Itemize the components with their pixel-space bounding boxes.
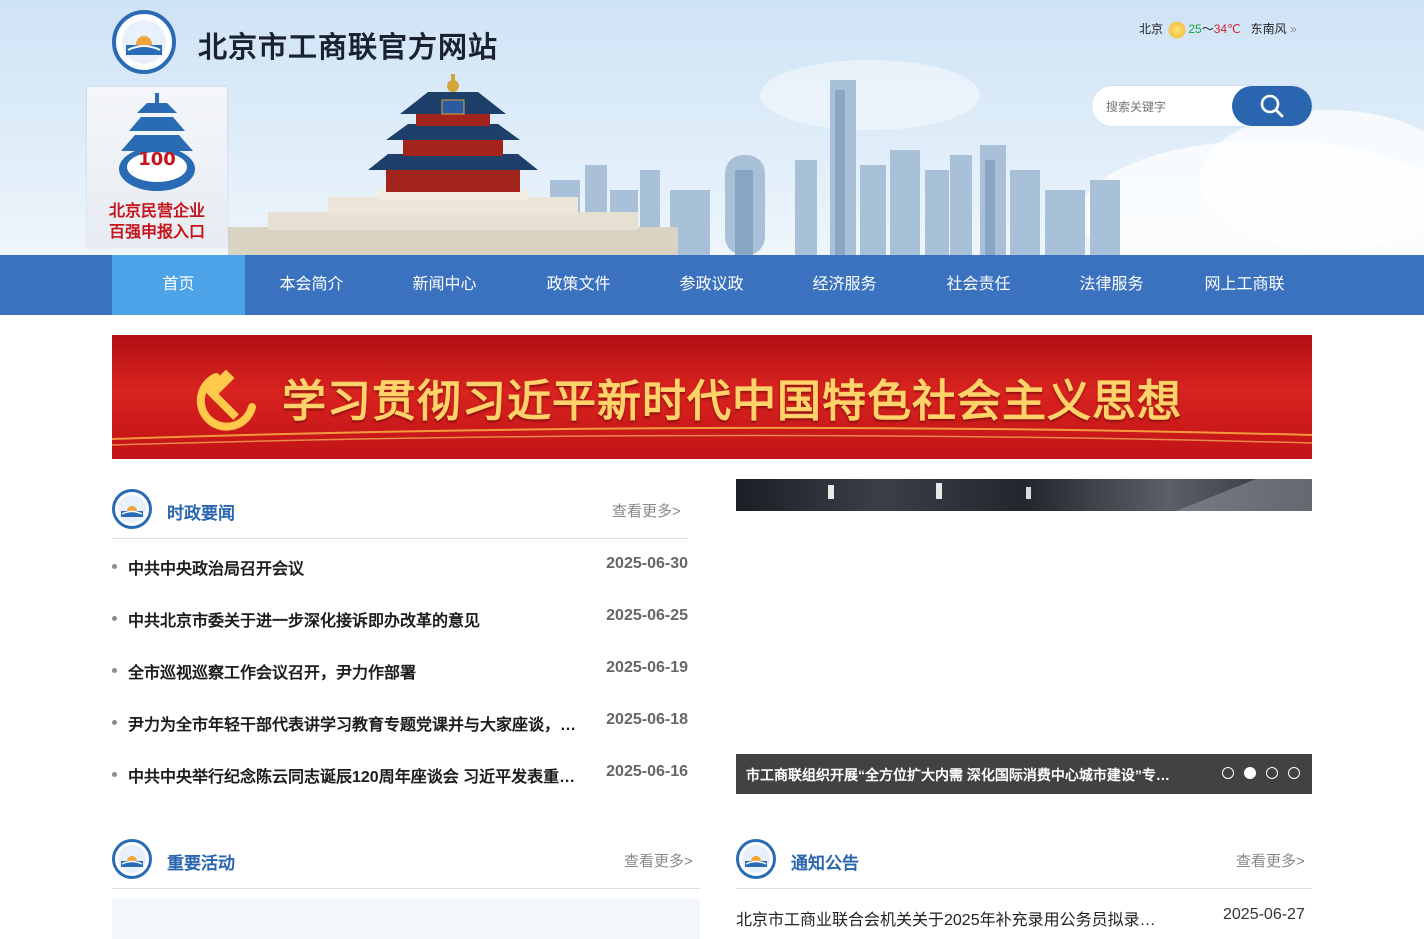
bullet-icon (112, 616, 117, 621)
activities-title[interactable]: 重要活动 (167, 849, 235, 874)
nav-item-legal[interactable]: 法律服务 (1045, 255, 1178, 315)
nav-item-politics[interactable]: 参政议政 (645, 255, 778, 315)
hammer-sickle-icon (196, 369, 256, 431)
notice-title[interactable]: 北京市工商业联合会机关关于2025年补充录用公务员拟录用人员的公示 (736, 906, 1166, 930)
news-date: 2025-06-25 (606, 607, 688, 624)
news-title[interactable]: 中共北京市委关于进一步深化接诉即办改革的意见 (128, 607, 580, 631)
top100-badge-label: 100 (138, 149, 176, 170)
weather-widget[interactable]: 北京 25～34℃ 东南风 » (1139, 20, 1297, 39)
nav-item-policy[interactable]: 政策文件 (512, 255, 645, 315)
federation-logo[interactable] (112, 10, 176, 74)
news-title[interactable]: 中共中央举行纪念陈云同志诞辰120周年座谈会 习近平发表重要讲话 (128, 763, 580, 787)
policy-news-section-icon (112, 489, 152, 529)
policy-news-title[interactable]: 时政要闻 (167, 499, 235, 524)
nav-item-economy[interactable]: 经济服务 (778, 255, 911, 315)
sunrise-logo-icon (122, 20, 166, 64)
sunrise-logo-icon (742, 845, 770, 873)
news-title[interactable]: 中共中央政治局召开会议 (128, 555, 580, 579)
carousel-caption[interactable]: 市工商联组织开展“全方位扩大内需 深化国际消费中心城市建设”专题调研 (746, 765, 1170, 785)
sunrise-logo-icon (118, 845, 146, 873)
weather-temp-low: 25 (1188, 22, 1202, 36)
news-date: 2025-06-16 (606, 763, 688, 780)
site-header: 北京市工商联官方网站 100 北京民营企业 百强申报入口 北京 25～34℃ 东… (0, 0, 1424, 255)
weather-more-arrow[interactable]: » (1290, 22, 1297, 36)
bullet-icon (112, 772, 117, 777)
weather-wind: 东南风 (1250, 22, 1287, 36)
carousel-dot-active[interactable] (1244, 767, 1256, 779)
notices-title[interactable]: 通知公告 (791, 849, 859, 874)
notices-more-link[interactable]: 查看更多> (1236, 850, 1305, 871)
ceiling-lights-decor (828, 479, 1312, 511)
weather-city: 北京 (1139, 22, 1164, 36)
carousel-dot[interactable] (1266, 767, 1278, 779)
search-button[interactable] (1232, 86, 1312, 126)
nav-item-news[interactable]: 新闻中心 (378, 255, 511, 315)
nav-item-home[interactable]: 首页 (112, 255, 245, 315)
bullet-icon (112, 668, 117, 673)
activities-divider (112, 888, 700, 889)
news-list-item[interactable]: 中共北京市委关于进一步深化接诉即办改革的意见 2025-06-25 (112, 592, 690, 644)
bullet-icon (112, 564, 117, 569)
news-list-item[interactable]: 中共中央政治局召开会议 2025-06-30 (112, 540, 690, 592)
weather-temp-high: 34℃ (1213, 22, 1241, 36)
banner-slogan: 学习贯彻习近平新时代中国特色社会主义思想 (282, 376, 1182, 427)
promo-line-2: 百强申报入口 (108, 222, 205, 241)
theme-banner[interactable]: 学习贯彻习近平新时代中国特色社会主义思想 (112, 335, 1312, 459)
news-date: 2025-06-30 (606, 555, 688, 572)
activities-section-icon (112, 839, 152, 879)
activities-list (112, 899, 700, 939)
sunny-weather-icon (1168, 20, 1187, 39)
search-icon (1260, 94, 1284, 118)
temple-badge-icon: 100 (119, 93, 195, 191)
news-list-item[interactable]: 中共中央举行纪念陈云同志诞辰120周年座谈会 习近平发表重要讲话 2025-06… (112, 748, 690, 800)
main-nav: 首页 本会简介 新闻中心 政策文件 参政议政 经济服务 社会责任 法律服务 网上… (0, 255, 1424, 315)
news-list-item[interactable]: 尹力为全市年轻干部代表讲学习教育专题党课并与大家座谈，勉励年轻干部 2025-0… (112, 696, 690, 748)
notices-section-icon (736, 839, 776, 879)
activities-more-link[interactable]: 查看更多> (624, 850, 693, 871)
news-date: 2025-06-19 (606, 659, 688, 676)
carousel-caption-bar: 市工商联组织开展“全方位扩大内需 深化国际消费中心城市建设”专题调研 (736, 754, 1312, 794)
news-date: 2025-06-18 (606, 711, 688, 728)
temple-of-heaven-illustration (228, 74, 678, 255)
nav-item-online[interactable]: 网上工商联 (1178, 255, 1311, 315)
nav-item-social[interactable]: 社会责任 (912, 255, 1045, 315)
notice-date: 2025-06-27 (1223, 906, 1305, 923)
search-input[interactable] (1104, 86, 1233, 126)
policy-news-divider (112, 538, 688, 539)
site-title[interactable]: 北京市工商联官方网站 (198, 24, 498, 66)
search-bar (1092, 86, 1312, 126)
carousel-dot[interactable] (1222, 767, 1234, 779)
nav-item-about[interactable]: 本会简介 (245, 255, 378, 315)
news-title[interactable]: 全市巡视巡察工作会议召开，尹力作部署 (128, 659, 580, 683)
weather-temp-sep: ～ (1201, 22, 1214, 36)
news-title[interactable]: 尹力为全市年轻干部代表讲学习教育专题党课并与大家座谈，勉励年轻干部 (128, 711, 580, 735)
top100-declaration-entry[interactable]: 100 北京民营企业 百强申报入口 (87, 87, 227, 247)
news-carousel[interactable]: 市工商联组织开展“全方位扩大内需 深化国际消费中心城市建设”专题调研 (736, 479, 1312, 794)
news-list-item[interactable]: 全市巡视巡察工作会议召开，尹力作部署 2025-06-19 (112, 644, 690, 696)
carousel-dot[interactable] (1288, 767, 1300, 779)
notices-divider (736, 888, 1312, 889)
policy-news-more-link[interactable]: 查看更多> (612, 500, 681, 521)
bullet-icon (112, 720, 117, 725)
sunrise-logo-icon (118, 495, 146, 523)
carousel-slide-image[interactable] (736, 479, 1312, 511)
